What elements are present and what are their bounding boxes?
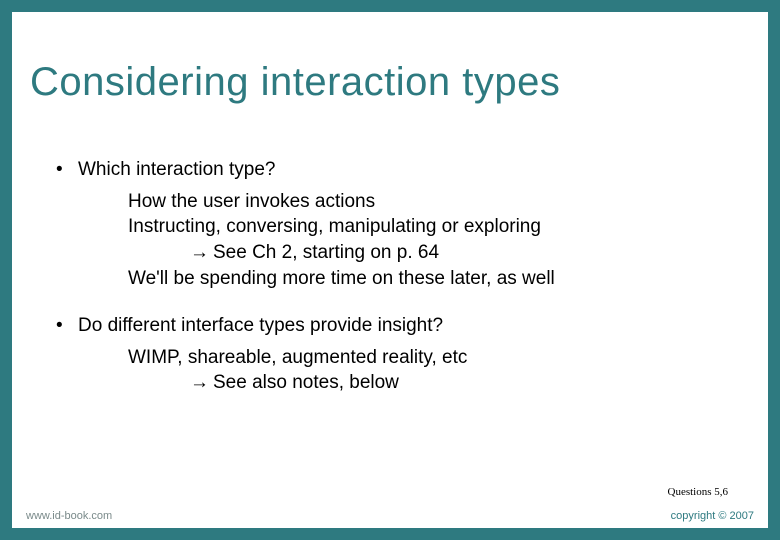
bullet-text: Which interaction type? [78,159,276,180]
slide-content: • Which interaction type? How the user i… [56,157,728,396]
slide-title: Considering interaction types [30,60,560,105]
bullet-marker: • [56,313,63,339]
sub-item-text: See Ch 2, starting on p. 64 [213,242,439,263]
sub-item: →See Ch 2, starting on p. 64 [56,240,728,266]
bullet-marker: • [56,157,63,183]
sub-item: How the user invokes actions [56,189,728,215]
bullet-item: • Do different interface types provide i… [56,313,728,339]
sub-item: We'll be spending more time on these lat… [56,266,728,292]
questions-note: Questions 5,6 [668,486,729,498]
footer-url: www.id-book.com [26,510,112,522]
bullet-text: Do different interface types provide ins… [78,315,443,336]
footer-copyright: copyright © 2007 [671,510,754,522]
arrow-icon: → [190,372,209,393]
slide: Considering interaction types • Which in… [12,12,768,528]
arrow-icon: → [190,242,209,263]
sub-item: WIMP, shareable, augmented reality, etc [56,345,728,371]
sub-item-text: See also notes, below [213,372,399,393]
sub-item: →See also notes, below [56,370,728,396]
bullet-item: • Which interaction type? [56,157,728,183]
spacer [56,291,728,313]
sub-item: Instructing, conversing, manipulating or… [56,214,728,240]
